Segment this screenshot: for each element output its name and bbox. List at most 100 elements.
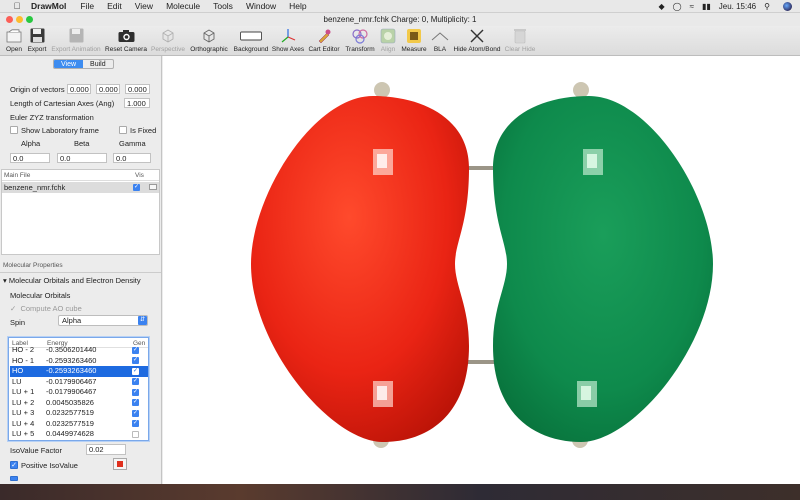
positive-color-well[interactable] [113,458,127,470]
mo-section-disclosure[interactable]: ▾ Molecular Orbitals and Electron Densit… [3,276,141,285]
folder-icon [6,26,22,45]
file-name: benzene_nmr.fchk [4,183,66,192]
is-fixed-checkbox[interactable] [119,126,127,134]
cart-editor-icon [316,26,332,45]
menu-window[interactable]: Window [246,1,276,11]
atom[interactable] [573,82,589,98]
orbital-row[interactable]: HO - 1 -0.2593263460 ✓ [10,356,148,367]
gen-checkbox[interactable]: ✓ [132,378,139,385]
file-options-icon[interactable] [149,184,157,190]
menu-tools[interactable]: Tools [213,1,233,11]
left-panel: View Build Origin of vectors 0.000 0.000… [0,56,162,484]
orthographic-button[interactable]: Orthographic [188,26,230,56]
properties-header: Molecular Properties [3,262,63,269]
isovalue-field[interactable]: 0.02 [86,444,126,455]
zoom-window-button[interactable] [26,16,33,23]
origin-z-field[interactable]: 0.000 [125,84,150,94]
tab-view[interactable]: View [54,60,84,68]
camera-icon [118,26,135,45]
orbital-row[interactable]: LU + 2 0.0045035826 ✓ [10,398,148,409]
gen-checkbox[interactable]: ✓ [132,409,139,417]
dropbox-icon[interactable]: ◆ [658,2,664,11]
cart-editor-button[interactable]: Cart Editor [306,26,342,56]
floppy-animation-icon [69,26,84,45]
euler-label: Euler ZYZ transformation [10,113,94,122]
file-list: Main File Vis benzene_nmr.fchk ✓ [1,169,160,255]
align-button[interactable]: Align [377,26,399,56]
hide-atom-bond-button[interactable]: Hide Atom/Bond [452,26,502,56]
compute-ao-checkbox[interactable]: ✓ Compute AO cube [10,304,82,313]
minimize-window-button[interactable] [16,16,23,23]
orthographic-cube-icon [201,26,217,45]
beta-label: Beta [74,139,90,148]
show-lab-frame-checkbox[interactable] [10,126,18,134]
tab-build[interactable]: Build [83,60,113,68]
col-vis: Vis [135,172,144,179]
orbital-row[interactable]: LU + 4 0.0232577519 ✓ [10,419,148,430]
orbital-row[interactable]: LU + 3 0.0232577519 ✓ [10,408,148,419]
export-button[interactable]: Export [26,26,48,56]
notification-icon[interactable]: ◯ [673,2,682,11]
transform-button[interactable]: Transform [344,26,376,56]
mo-section-title: Molecular Orbitals and Electron Density [8,276,141,285]
mo-label: Molecular Orbitals [10,291,71,300]
gen-checkbox[interactable]: ✓ [132,388,139,396]
col-main-file: Main File [4,172,31,179]
show-axes-button[interactable]: Show Axes [272,26,304,56]
background-rect-icon [240,26,262,45]
clear-hide-button[interactable]: Clear Hide [504,26,536,56]
reset-camera-button[interactable]: Reset Camera [104,26,148,56]
origin-y-field[interactable]: 0.000 [96,84,120,94]
export-animation-button[interactable]: Export Animation [50,26,102,56]
gen-checkbox[interactable] [132,430,139,438]
orbital-row[interactable]: LU -0.0179906467 ✓ [10,377,148,388]
alpha-field[interactable]: 0.0 [10,153,50,163]
positive-color-swatch [117,461,123,467]
transform-icon [351,26,369,45]
orbital-row[interactable]: HO - 2 -0.3506201440 ✓ [10,345,148,356]
battery-icon[interactable]: ▮▮ [702,2,711,11]
menu-molecule[interactable]: Molecule [166,1,200,11]
atom[interactable] [374,82,390,98]
gamma-field[interactable]: 0.0 [113,153,151,163]
siri-icon[interactable] [783,2,792,11]
measure-button[interactable]: Measure [400,26,428,56]
orbital-row[interactable]: LU + 5 0.0449974628 [10,429,148,440]
show-lab-frame-label: Show Laboratory frame [21,126,99,135]
spin-select[interactable]: Alpha ⇵ [58,315,148,326]
orbital-row[interactable]: LU + 1 -0.0179906467 ✓ [10,387,148,398]
gen-checkbox[interactable]: ✓ [132,367,139,375]
origin-x-field[interactable]: 0.000 [67,84,91,94]
apple-icon[interactable]:  [11,1,23,11]
menu-file[interactable]: File [80,1,94,11]
menu-app-name[interactable]: DrawMol [31,1,66,11]
gen-checkbox[interactable]: ✓ [132,399,139,406]
molecule-viewport[interactable] [163,56,800,484]
gen-checkbox[interactable]: ✓ [132,346,139,354]
compute-ao-label: Compute AO cube [20,304,82,313]
gen-checkbox[interactable]: ✓ [132,357,139,364]
positive-isovalue-checkbox[interactable]: ✓ [10,461,18,469]
menu-view[interactable]: View [135,1,153,11]
beta-field[interactable]: 0.0 [57,153,107,163]
close-window-button[interactable] [6,16,13,23]
axes-length-field[interactable]: 1.000 [124,98,150,108]
isovalue-label: IsoValue Factor [10,446,62,455]
file-vis-checkbox[interactable]: ✓ [133,183,140,191]
specular-highlight [377,154,387,168]
perspective-button[interactable]: Perspective [150,26,186,56]
menu-help[interactable]: Help [289,1,306,11]
spotlight-icon[interactable]: ⚲ [764,2,770,11]
bla-button[interactable]: BLA [430,26,450,56]
background-button[interactable]: Background [232,26,270,56]
specular-highlight [581,386,591,400]
menu-edit[interactable]: Edit [107,1,122,11]
open-button[interactable]: Open [4,26,24,56]
desktop-strip [0,484,800,500]
file-row[interactable]: benzene_nmr.fchk ✓ [2,182,159,193]
wifi-icon[interactable]: ≈ [690,2,694,11]
orbital-row-selected[interactable]: HO -0.2593263460 ✓ [10,366,148,377]
gen-checkbox[interactable]: ✓ [132,420,139,427]
clock[interactable]: Jeu. 15:46 [719,2,756,11]
negative-isovalue-checkbox[interactable] [10,476,18,481]
